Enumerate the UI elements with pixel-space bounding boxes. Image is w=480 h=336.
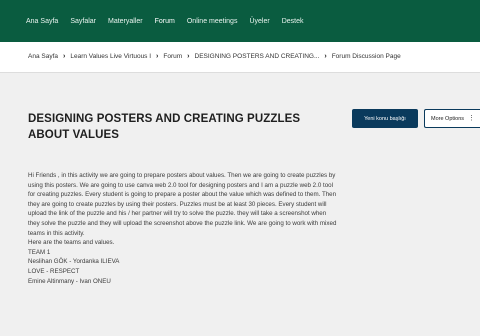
nav-home[interactable]: Ana Sayfa <box>26 18 58 25</box>
breadcrumb-topic[interactable]: DESIGNING POSTERS AND CREATING... <box>195 53 320 60</box>
chevron-right-icon: › <box>156 53 159 60</box>
more-options-label: More Options <box>431 115 465 122</box>
nav-materials[interactable]: Materyaller <box>108 18 143 25</box>
nav-online-meetings[interactable]: Online meetings <box>187 18 238 25</box>
breadcrumb-forum[interactable]: Forum <box>163 53 182 60</box>
more-options-button[interactable]: More Options ⋮ <box>424 109 480 128</box>
breadcrumb-project[interactable]: Learn Values Live Virtuous I <box>70 53 151 60</box>
chevron-right-icon: › <box>187 53 190 60</box>
vertical-dots-icon: ⋮ <box>468 115 476 122</box>
nav-support[interactable]: Destek <box>282 18 304 25</box>
discussion-post: Hi Friends , in this activity we are goi… <box>28 171 338 286</box>
breadcrumb-bar: Ana Sayfa › Learn Values Live Virtuous I… <box>0 42 480 73</box>
chevron-right-icon: › <box>324 53 327 60</box>
nav-forum[interactable]: Forum <box>155 18 175 25</box>
new-topic-label: Yeni konu başlığı <box>364 115 406 122</box>
breadcrumb-current: Forum Discussion Page <box>331 53 401 60</box>
team-members: Neslihan GÖK - Yordanka ILIEVA <box>28 258 120 266</box>
new-topic-button[interactable]: Yeni konu başlığı <box>352 109 418 128</box>
breadcrumb: Ana Sayfa › Learn Values Live Virtuous I… <box>28 53 401 60</box>
team-label: TEAM 1 <box>28 248 51 256</box>
teams-intro: Here are the teams and values. <box>28 239 115 247</box>
main-content: DESIGNING POSTERS AND CREATING PUZZLES A… <box>0 73 480 336</box>
team-members-next: Emine Altinmany - Ivan ONEU <box>28 277 111 285</box>
main-menu: Ana Sayfa Sayfalar Materyaller Forum Onl… <box>26 18 303 25</box>
chevron-right-icon: › <box>63 53 66 60</box>
top-navigation-bar: Ana Sayfa Sayfalar Materyaller Forum Onl… <box>0 0 480 42</box>
nav-members[interactable]: Üyeler <box>249 18 269 25</box>
page-title: DESIGNING POSTERS AND CREATING PUZZLES A… <box>28 113 301 141</box>
team-values: LOVE - RESPECT <box>28 267 80 275</box>
nav-pages[interactable]: Sayfalar <box>70 18 96 25</box>
post-paragraph: Hi Friends , in this activity we are goi… <box>28 172 337 237</box>
breadcrumb-home[interactable]: Ana Sayfa <box>28 53 58 60</box>
